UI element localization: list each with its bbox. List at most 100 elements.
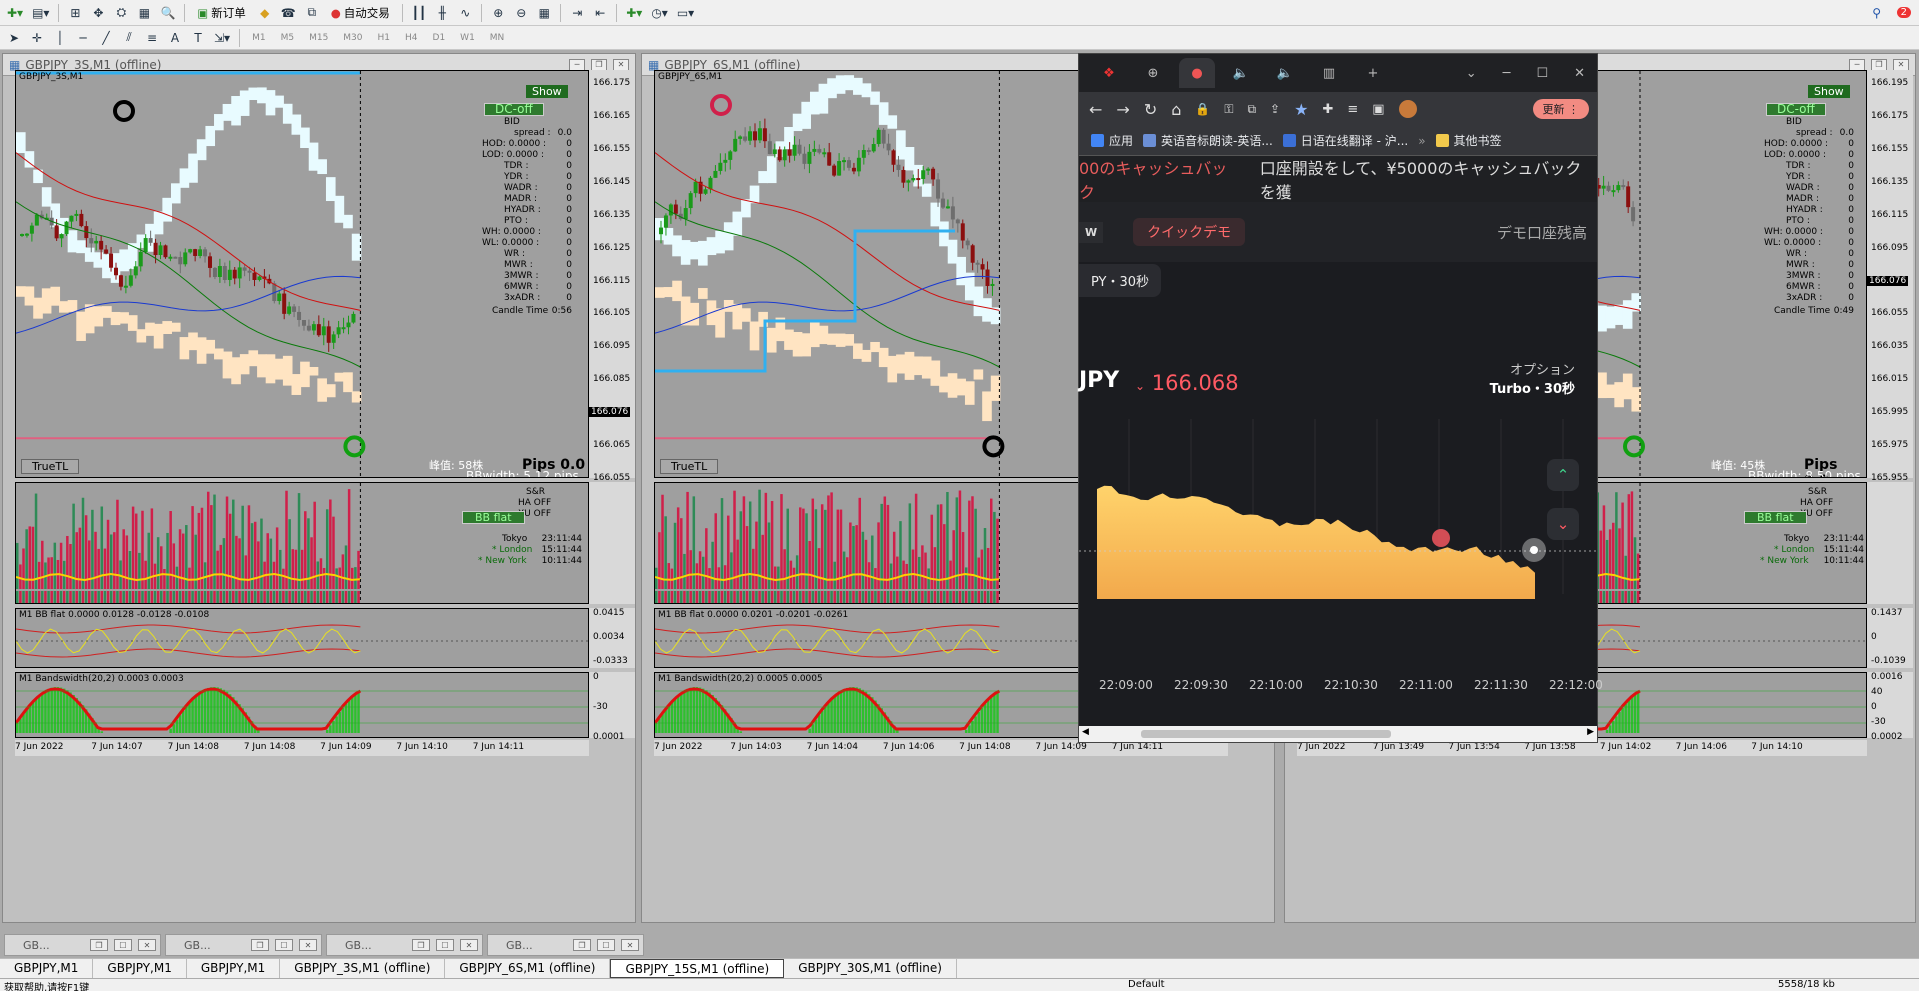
templates-icon[interactable]: ▭▾	[674, 3, 697, 23]
maximize-icon[interactable]: ☐	[275, 939, 293, 951]
navigator-icon[interactable]: ⛭	[111, 3, 131, 23]
browser-tab-active[interactable]: ●	[1179, 58, 1215, 88]
data-window-icon[interactable]: ✥	[88, 3, 108, 23]
arrows-icon[interactable]: ⇲▾	[211, 28, 233, 48]
chart-tab[interactable]: GBPJPY,M1	[0, 959, 94, 978]
timeframe-h4[interactable]: H4	[399, 33, 424, 43]
bookmark-star-icon[interactable]: ★	[1294, 100, 1308, 119]
timeframe-mn[interactable]: MN	[484, 33, 511, 43]
metaeditor-icon[interactable]: ◆	[255, 3, 275, 23]
chart-shift-icon[interactable]: ⇤	[590, 3, 610, 23]
timeframe-m15[interactable]: M15	[303, 33, 334, 43]
minimize-icon[interactable]: ─	[1849, 58, 1865, 71]
quick-demo-button[interactable]: クイックデモ	[1133, 218, 1246, 246]
browser-tab-chart[interactable]: ▥	[1311, 58, 1347, 88]
bookmark-other[interactable]: 其他书签	[1435, 132, 1502, 149]
restore-icon[interactable]: ❐	[573, 939, 591, 951]
home-icon[interactable]: ⌂	[1171, 100, 1181, 119]
trendline-icon[interactable]: ╱	[96, 28, 116, 48]
timeframe-h1[interactable]: H1	[372, 33, 397, 43]
restore-icon[interactable]: ❐	[251, 939, 269, 951]
forward-icon[interactable]: →	[1116, 100, 1129, 119]
chart-tab[interactable]: GBPJPY,M1	[93, 959, 187, 978]
browser-tab-mute-1[interactable]: 🔈	[1223, 58, 1259, 88]
translate-icon[interactable]: ⧉	[1247, 102, 1256, 117]
text-icon[interactable]: A	[165, 28, 185, 48]
maximize-icon[interactable]: ☐	[436, 939, 454, 951]
update-button[interactable]: 更新 ⋮	[1532, 99, 1589, 119]
new-tab-button[interactable]: +	[1355, 58, 1391, 88]
close-icon[interactable]: ✕	[613, 58, 629, 71]
close-icon[interactable]: ✕	[299, 939, 317, 951]
put-trade-marker[interactable]	[1432, 529, 1450, 547]
scroll-left-icon[interactable]: ◀	[1082, 727, 1089, 737]
new-chart-icon[interactable]: ✚▾	[4, 3, 26, 23]
maximize-icon[interactable]: ☐	[114, 939, 132, 951]
line-chart-icon[interactable]: ∿	[455, 3, 475, 23]
restore-icon[interactable]: ❐	[1871, 58, 1887, 71]
bb-flat-button[interactable]: BB flat	[462, 511, 525, 524]
bb-flat-button[interactable]: BB flat	[1744, 511, 1807, 524]
chart-tab[interactable]: GBPJPY_15S,M1 (offline)	[610, 959, 785, 978]
close-icon[interactable]: ✕	[1574, 66, 1585, 81]
bar-chart-icon[interactable]: ┃┃	[409, 3, 429, 23]
minimize-icon[interactable]: ─	[1503, 66, 1511, 81]
search-icon[interactable]: ⚲	[1867, 3, 1887, 23]
truetl-button[interactable]: TrueTL	[660, 459, 719, 474]
maximize-icon[interactable]: ☐	[597, 939, 615, 951]
scroll-right-icon[interactable]: ▶	[1587, 727, 1594, 737]
profile-avatar[interactable]	[1398, 100, 1417, 118]
browser-window[interactable]: ❖ ⊕ ● 🔈 🔈 ▥ + ⌄ ─ ☐ ✕ ← → ↻ ⌂ 🔒 ⚿ ⧉ ⇪ ★ …	[1078, 53, 1603, 743]
restore-icon[interactable]: ❐	[90, 939, 108, 951]
terminal-icon[interactable]: ▦	[134, 3, 154, 23]
price-area-chart[interactable]	[1079, 409, 1597, 699]
scroll-thumb[interactable]	[1141, 730, 1391, 738]
browser-tab-mute-2[interactable]: 🔈	[1267, 58, 1303, 88]
asset-chip[interactable]: PY・30秒	[1079, 262, 1597, 298]
profiles-icon[interactable]: ▤▾	[29, 3, 52, 23]
extensions-icon[interactable]: ✚	[1322, 102, 1333, 117]
chart-tab[interactable]: GBPJPY,M1	[187, 959, 281, 978]
zoom-out-icon[interactable]: ⊖	[511, 3, 531, 23]
call-button[interactable]: ⌃	[1547, 459, 1579, 491]
fibonacci-icon[interactable]: ≡	[142, 28, 162, 48]
share-icon[interactable]: ⇪	[1270, 102, 1280, 116]
dc-off-button[interactable]: DC-off	[1766, 103, 1826, 116]
restore-icon[interactable]: ❐	[591, 58, 607, 71]
restore-icon[interactable]: ❐	[412, 939, 430, 951]
put-button[interactable]: ⌄	[1547, 508, 1579, 540]
close-icon[interactable]: ✕	[138, 939, 156, 951]
horizontal-line-icon[interactable]: ─	[73, 28, 93, 48]
cursor-icon[interactable]: ➤	[4, 28, 24, 48]
timeframe-m1[interactable]: M1	[246, 33, 272, 43]
minimize-icon[interactable]: ─	[569, 58, 585, 71]
bookmark-japanese[interactable]: 日语在线翻译 - 沪...	[1282, 132, 1408, 149]
timeframe-w1[interactable]: W1	[454, 33, 481, 43]
back-icon[interactable]: ←	[1089, 100, 1102, 119]
vertical-line-icon[interactable]: │	[50, 28, 70, 48]
bookmark-apps[interactable]: 应用	[1091, 132, 1133, 149]
label-icon[interactable]: T	[188, 28, 208, 48]
indicators-icon[interactable]: ✚▾	[623, 3, 645, 23]
key-icon[interactable]: ⚿	[1224, 102, 1233, 117]
tester-icon[interactable]: 🔍	[157, 3, 178, 23]
minimized-window[interactable]: GB... ❐ ☐ ✕	[487, 934, 644, 956]
chart-tab[interactable]: GBPJPY_30S,M1 (offline)	[784, 959, 957, 978]
chart-window-3s[interactable]: ▦ GBPJPY_3S,M1 (offline) ─ ❐ ✕ GBPJPY_3S,M1 Sh…	[2, 53, 636, 923]
tile-windows-icon[interactable]: ▦	[534, 3, 554, 23]
zoom-in-icon[interactable]: ⊕	[488, 3, 508, 23]
timeframe-d1[interactable]: D1	[427, 33, 452, 43]
timeframe-m30[interactable]: M30	[337, 33, 368, 43]
bandswidth-panel[interactable]: M1 Bandswidth(20,2) 0.0003 0.0003	[15, 672, 589, 738]
channel-icon[interactable]: ⫽	[119, 28, 139, 48]
browser-tab-1[interactable]: ❖	[1091, 58, 1127, 88]
ha-off-label[interactable]: HA OFF	[1738, 498, 1866, 509]
dc-off-button[interactable]: DC-off	[484, 103, 544, 116]
bb-flat-panel[interactable]: M1 BB flat 0.0000 0.0128 -0.0128 -0.0108	[15, 608, 589, 668]
minimized-window[interactable]: GB... ❐ ☐ ✕	[326, 934, 483, 956]
browser-tab-2[interactable]: ⊕	[1135, 58, 1171, 88]
promo-banner[interactable]: 00のキャッシュバック 口座開設をして、¥5000のキャッシュバックを獲	[1079, 156, 1597, 202]
truetl-button[interactable]: TrueTL	[21, 459, 80, 474]
chart-tab[interactable]: GBPJPY_3S,M1 (offline)	[280, 959, 446, 978]
bookmark-english[interactable]: 英语音标朗读-英语...	[1143, 132, 1273, 149]
